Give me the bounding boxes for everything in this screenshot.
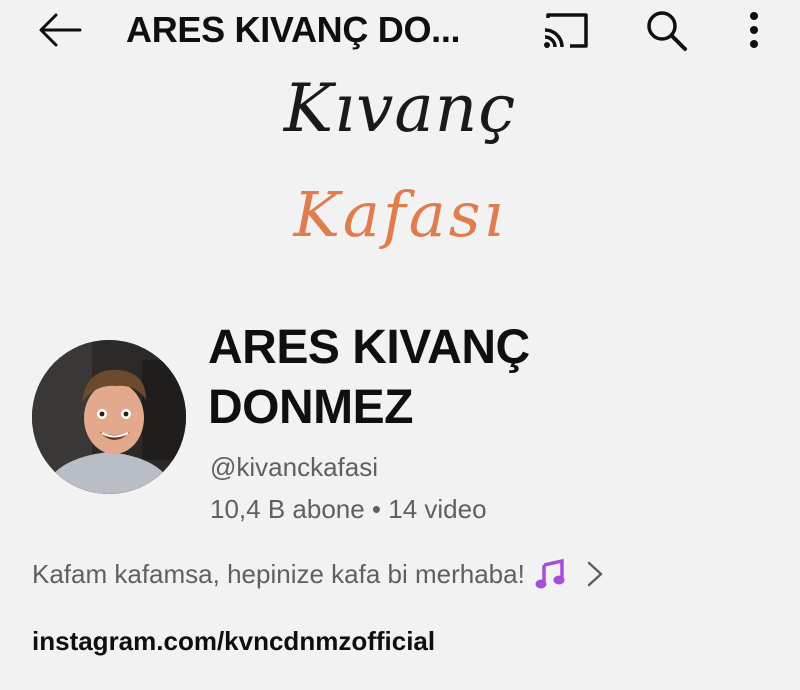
channel-description[interactable]: Kafam kafamsa, hepinize kafa bi merhaba!: [32, 556, 642, 592]
avatar-image: [32, 340, 186, 494]
channel-link[interactable]: instagram.com/kvncdnmzofficial: [32, 626, 435, 657]
channel-name: ARES KIVANÇ DONMEZ: [208, 321, 530, 434]
channel-stats: 10,4 B abone • 14 video: [210, 494, 487, 524]
back-arrow-icon: [39, 13, 82, 47]
banner-title-line1: Kıvanç: [283, 70, 517, 147]
more-vertical-icon: [750, 12, 758, 48]
music-note-icon: [535, 558, 565, 589]
cast-icon: [544, 13, 588, 48]
top-app-bar: ARES KIVANÇ DO...: [0, 0, 800, 62]
banner-title-line2: Kafası: [293, 178, 507, 251]
back-button[interactable]: [36, 10, 84, 50]
search-icon: [647, 11, 687, 51]
channel-avatar[interactable]: [32, 340, 186, 494]
appbar-title: ARES KIVANÇ DO...: [126, 9, 461, 50]
chevron-right-icon: [587, 561, 603, 587]
description-text: Kafam kafamsa, hepinize kafa bi merhaba!: [32, 558, 525, 589]
cast-button[interactable]: [540, 8, 592, 52]
channel-handle: @kivanckafasi: [210, 452, 379, 482]
channel-banner: Kıvanç Kafası: [250, 68, 550, 288]
search-button[interactable]: [642, 6, 690, 54]
more-options-button[interactable]: [736, 6, 772, 54]
